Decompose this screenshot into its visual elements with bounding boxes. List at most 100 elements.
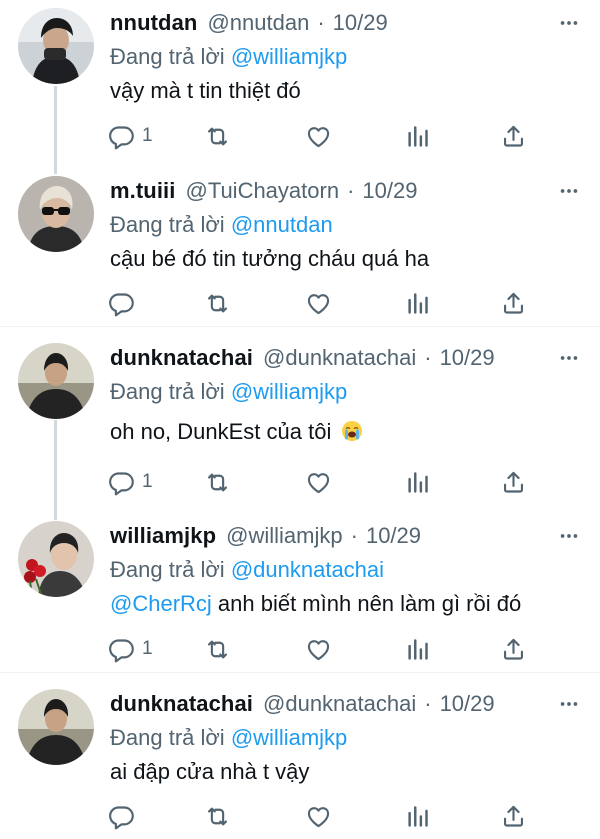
separator-dot: · [350,523,358,548]
share-icon [500,123,527,150]
share-icon [500,469,527,496]
timestamp[interactable]: 10/29 [440,689,495,719]
reply-button[interactable]: 1 [108,634,153,664]
share-button[interactable] [500,634,527,664]
more-icon[interactable] [558,180,580,202]
tweet[interactable]: dunknatachai @dunknatachai · 10/29 Đang … [0,689,600,839]
reply-mention-link[interactable]: @dunknatachai [231,557,384,582]
user-handle[interactable]: @nnutdan [207,8,309,38]
tweet[interactable]: williamjkp @williamjkp · 10/29 Đang trả … [0,521,600,671]
timestamp[interactable]: 10/29 [366,521,421,551]
retweet-button[interactable] [204,801,231,831]
display-name[interactable]: nnutdan [110,8,197,38]
more-icon[interactable] [558,12,580,34]
views-icon [404,636,431,663]
like-button[interactable] [305,467,332,497]
like-icon [305,803,332,830]
like-icon [305,469,332,496]
timestamp[interactable]: 10/29 [440,343,495,373]
views-button[interactable] [404,288,431,318]
replying-to-label: Đang trả lời [110,212,225,237]
tweet-actions: 1 [108,634,528,664]
retweet-button[interactable] [204,634,231,664]
tweet[interactable]: dunknatachai @dunknatachai · 10/29 Đang … [0,343,600,503]
tweet-header: dunknatachai @dunknatachai · 10/29 [110,343,495,373]
like-button[interactable] [305,801,332,831]
like-icon [305,290,332,317]
display-name[interactable]: williamjkp [110,521,216,551]
retweet-icon [204,469,231,496]
tweet-divider [0,672,600,673]
avatar[interactable] [18,521,94,597]
reply-mention-link[interactable]: @williamjkp [231,379,347,404]
retweet-button[interactable] [204,467,231,497]
replying-to: Đang trả lời @dunknatachai [110,555,384,585]
more-icon[interactable] [558,347,580,369]
share-button[interactable] [500,467,527,497]
tweet-text-container: oh no, DunkEst của tôi [110,417,363,447]
replying-to-label: Đang trả lời [110,379,225,404]
share-button[interactable] [500,288,527,318]
reply-icon [108,636,135,663]
replying-to: Đang trả lời @williamjkp [110,377,347,407]
avatar[interactable] [18,8,94,84]
reply-mention-link[interactable]: @nnutdan [231,212,333,237]
retweet-button[interactable] [204,121,231,151]
retweet-icon [204,636,231,663]
tweet-divider [0,326,600,327]
avatar[interactable] [18,689,94,765]
share-icon [500,636,527,663]
separator-dot: · [347,178,355,203]
tweet-text: oh no, DunkEst của tôi [110,419,332,444]
share-button[interactable] [500,801,527,831]
tweet-header: m.tuiii @TuiChayatorn · 10/29 [110,176,417,206]
views-button[interactable] [404,634,431,664]
tweet-actions: 1 [108,467,528,497]
reply-button[interactable]: 1 [108,121,153,151]
reply-icon [108,803,135,830]
user-handle[interactable]: @TuiChayatorn [185,176,339,206]
tweet[interactable]: nnutdan @nnutdan · 10/29 Đang trả lời @w… [0,8,600,168]
share-button[interactable] [500,121,527,151]
avatar[interactable] [18,176,94,252]
reply-count: 1 [142,125,153,146]
like-icon [305,636,332,663]
retweet-button[interactable] [204,288,231,318]
reply-mention-link[interactable]: @williamjkp [231,725,347,750]
like-button[interactable] [305,121,332,151]
views-icon [404,290,431,317]
reply-button[interactable] [108,288,142,318]
display-name[interactable]: m.tuiii [110,176,175,206]
retweet-icon [204,290,231,317]
reply-button[interactable] [108,801,142,831]
timestamp[interactable]: 10/29 [362,176,417,206]
tweet-header: dunknatachai @dunknatachai · 10/29 [110,689,495,719]
replying-to: Đang trả lời @williamjkp [110,42,347,72]
replying-to: Đang trả lời @williamjkp [110,723,347,753]
reply-button[interactable]: 1 [108,467,153,497]
tweet[interactable]: m.tuiii @TuiChayatorn · 10/29 Đang trả l… [0,176,600,326]
user-handle[interactable]: @dunknatachai [263,689,416,719]
user-handle[interactable]: @williamjkp [226,521,342,551]
like-button[interactable] [305,288,332,318]
share-icon [500,290,527,317]
separator-dot: · [317,10,325,35]
retweet-icon [204,123,231,150]
separator-dot: · [424,691,432,716]
reply-icon [108,290,135,317]
views-button[interactable] [404,467,431,497]
user-handle[interactable]: @dunknatachai [263,343,416,373]
timestamp[interactable]: 10/29 [333,8,388,38]
more-icon[interactable] [558,693,580,715]
like-button[interactable] [305,634,332,664]
reply-mention-link[interactable]: @williamjkp [231,44,347,69]
tweet-text-container: @CherRcj anh biết mình nên làm gì rồi đó [110,589,521,619]
display-name[interactable]: dunknatachai [110,343,253,373]
replying-to-label: Đang trả lời [110,725,225,750]
avatar[interactable] [18,343,94,419]
more-icon[interactable] [558,525,580,547]
display-name[interactable]: dunknatachai [110,689,253,719]
views-button[interactable] [404,801,431,831]
text-mention-link[interactable]: @CherRcj [110,591,212,616]
views-button[interactable] [404,121,431,151]
